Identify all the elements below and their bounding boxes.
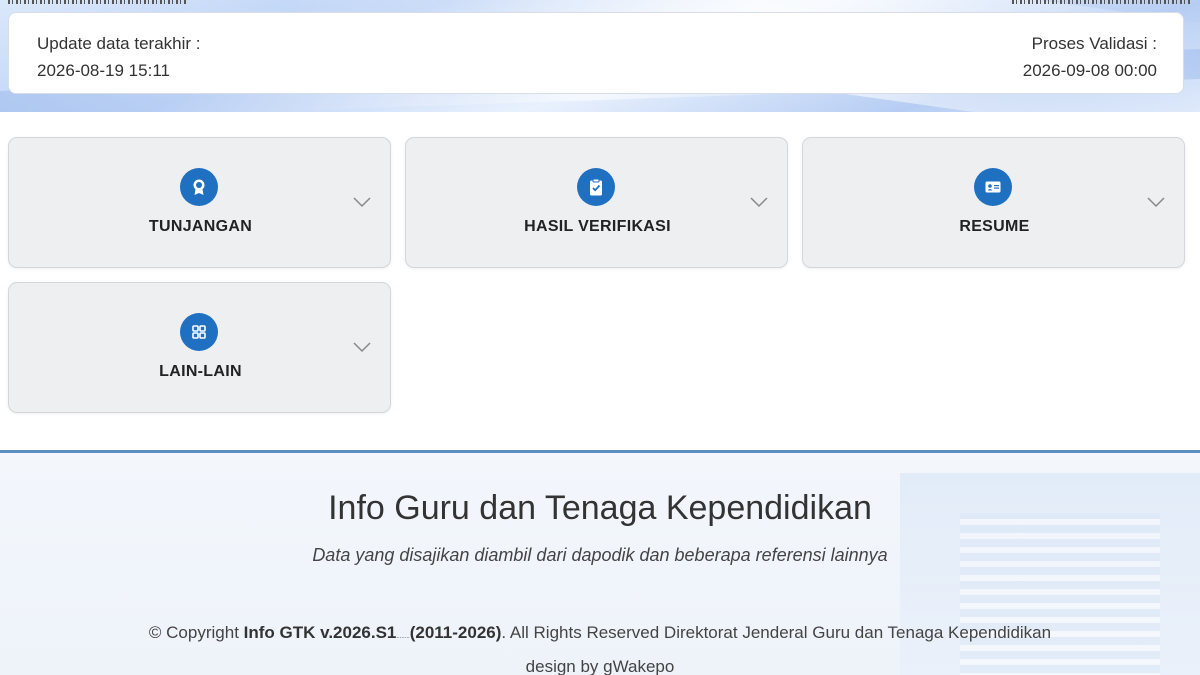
validation-info: Proses Validasi : 2026-09-08 00:00 (1023, 30, 1157, 84)
update-label: Update data terakhir : (37, 34, 201, 53)
footer: Info Guru dan Tenaga Kependidikan Data y… (0, 450, 1200, 675)
banner-pattern-left (8, 0, 188, 4)
chevron-down-icon (750, 197, 768, 208)
tile-label: HASIL VERIFIKASI (524, 218, 671, 235)
tile-lain-lain[interactable]: LAIN-LAIN (8, 282, 391, 413)
build-number: ........ (396, 634, 410, 640)
tile-label: RESUME (959, 218, 1030, 235)
update-info-card: Update data terakhir : 2026-08-19 15:11 … (8, 12, 1184, 94)
tile-resume[interactable]: RESUME (802, 137, 1185, 268)
footer-subtitle: Data yang disajikan diambil dari dapodik… (312, 545, 888, 565)
tile-label: LAIN-LAIN (159, 363, 242, 380)
tile-tunjangan[interactable]: TUNJANGAN (8, 137, 391, 268)
award-icon (180, 168, 218, 206)
copyright-text: © Copyright Info GTK v.2026.S1........(2… (0, 623, 1200, 643)
banner-pattern-right (1012, 0, 1192, 4)
update-value: 2026-08-19 15:11 (37, 61, 170, 80)
copyright-years: (2011-2026) (409, 623, 502, 642)
chevron-down-icon (1147, 197, 1165, 208)
chevron-down-icon (353, 342, 371, 353)
tile-hasil-verifikasi[interactable]: HASIL VERIFIKASI (405, 137, 788, 268)
clipboard-check-icon (577, 168, 615, 206)
copyright-prefix: © Copyright (148, 623, 244, 642)
update-info: Update data terakhir : 2026-08-19 15:11 (37, 30, 200, 84)
design-credit: design by gWakepo (525, 657, 675, 675)
footer-title: Info Guru dan Tenaga Kependidikan (328, 489, 872, 527)
id-card-icon (974, 168, 1012, 206)
chevron-down-icon (353, 197, 371, 208)
tile-label: TUNJANGAN (148, 218, 253, 235)
validation-value: 2026-09-08 00:00 (1022, 61, 1157, 80)
validation-label: Proses Validasi : (1031, 34, 1157, 53)
app-version: Info GTK v.2026.S1 (243, 623, 397, 642)
copyright-suffix: . All Rights Reserved Direktorat Jendera… (501, 623, 1052, 642)
footer-background-image (960, 513, 1160, 675)
header-banner: Update data terakhir : 2026-08-19 15:11 … (0, 0, 1200, 112)
grid-icon (180, 313, 218, 351)
